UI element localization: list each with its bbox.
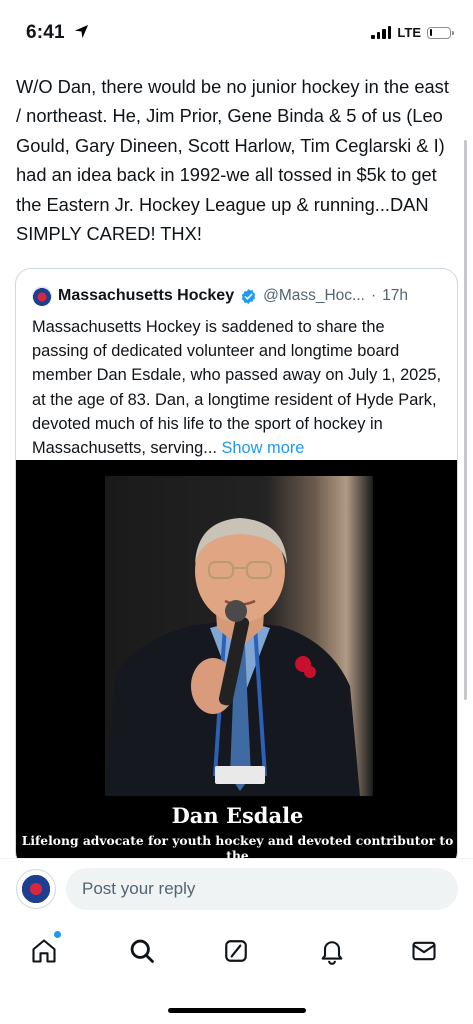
quote-media[interactable]: Dan Esdale Lifelong advocate for youth h…: [16, 460, 457, 867]
location-arrow-icon: [75, 24, 89, 39]
battery-fill: [429, 29, 432, 36]
quote-timestamp[interactable]: 17h: [382, 287, 408, 305]
reply-input[interactable]: [66, 868, 458, 910]
quote-body-text: Massachusetts Hockey is saddened to shar…: [32, 318, 442, 458]
home-icon[interactable]: [27, 934, 61, 968]
show-more-link[interactable]: Show more: [222, 439, 305, 457]
home-indicator: [168, 1008, 306, 1013]
quoted-post[interactable]: Massachusetts Hockey @Mass_Hoc... · 17h …: [15, 268, 458, 868]
quote-avatar[interactable]: [32, 286, 52, 306]
search-icon[interactable]: [125, 934, 159, 968]
portrait-illustration: [105, 518, 360, 796]
battery-icon: [427, 26, 454, 39]
tweet-text: W/O Dan, there would be no junior hockey…: [16, 76, 449, 245]
status-bar: 6:41 LTE: [0, 0, 473, 62]
quote-author-name[interactable]: Massachusetts Hockey: [58, 287, 234, 305]
scrollbar[interactable]: [464, 140, 467, 700]
quote-author-handle[interactable]: @Mass_Hoc...: [263, 287, 365, 305]
signal-icon: [371, 26, 392, 39]
network-label: LTE: [397, 25, 421, 40]
user-avatar[interactable]: [16, 869, 56, 909]
media-person-name: Dan Esdale: [171, 803, 304, 828]
portrait-photo: [105, 476, 373, 796]
reply-bar: [0, 858, 473, 919]
notifications-icon[interactable]: [315, 934, 349, 968]
status-time: 6:41: [26, 22, 89, 44]
quote-separator: ·: [370, 287, 377, 304]
status-time-text: 6:41: [26, 22, 65, 43]
messages-icon[interactable]: [407, 934, 441, 968]
verified-badge-icon: [241, 288, 256, 304]
grok-icon[interactable]: [219, 934, 253, 968]
quote-header: Massachusetts Hockey @Mass_Hoc... · 17h: [32, 285, 408, 307]
tab-bar: [0, 918, 473, 984]
status-indicators: LTE: [371, 25, 454, 40]
quote-body: Massachusetts Hockey is saddened to shar…: [32, 315, 444, 460]
home-unread-dot: [54, 931, 61, 938]
